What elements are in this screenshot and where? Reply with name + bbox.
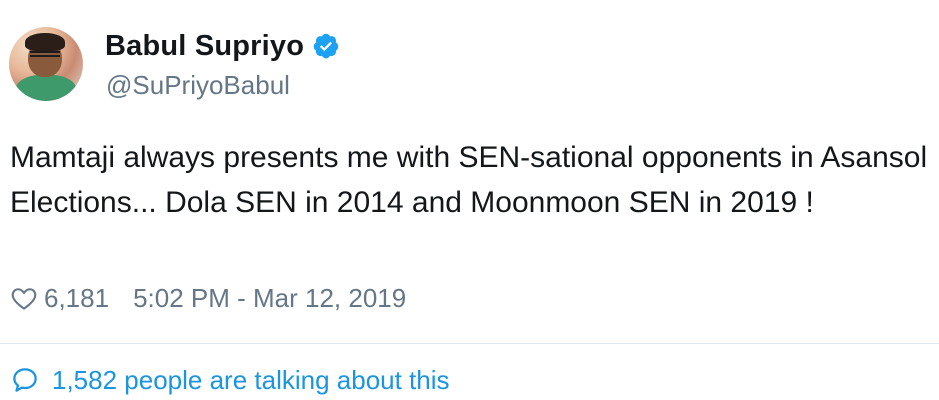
- talking-text[interactable]: 1,582 people are talking about this: [52, 365, 450, 396]
- verified-badge-icon: [313, 33, 339, 59]
- tweet-embed: Babul Supriyo @SuPriyoBabul Mamtaji alwa…: [0, 0, 939, 400]
- heart-icon[interactable]: [10, 284, 38, 312]
- avatar-hair: [25, 33, 65, 51]
- avatar[interactable]: [9, 27, 83, 101]
- author-handle[interactable]: @SuPriyoBabul: [106, 70, 290, 101]
- tweet-meta-row: 6,181 5:02 PM - Mar 12, 2019: [10, 278, 406, 318]
- tweet-timestamp[interactable]: 5:02 PM - Mar 12, 2019: [133, 283, 406, 314]
- talking-link[interactable]: 1,582 people are talking about this: [10, 360, 450, 400]
- author-name-row[interactable]: Babul Supriyo: [105, 26, 340, 66]
- avatar-glasses: [30, 51, 60, 57]
- like-count[interactable]: 6,181: [44, 283, 109, 314]
- tweet-text: Mamtaji always presents me with SEN-sati…: [10, 141, 928, 219]
- speech-bubble-icon: [13, 368, 37, 392]
- author-display-name[interactable]: Babul Supriyo: [105, 30, 304, 63]
- avatar-shirt: [15, 75, 77, 101]
- divider: [0, 343, 939, 344]
